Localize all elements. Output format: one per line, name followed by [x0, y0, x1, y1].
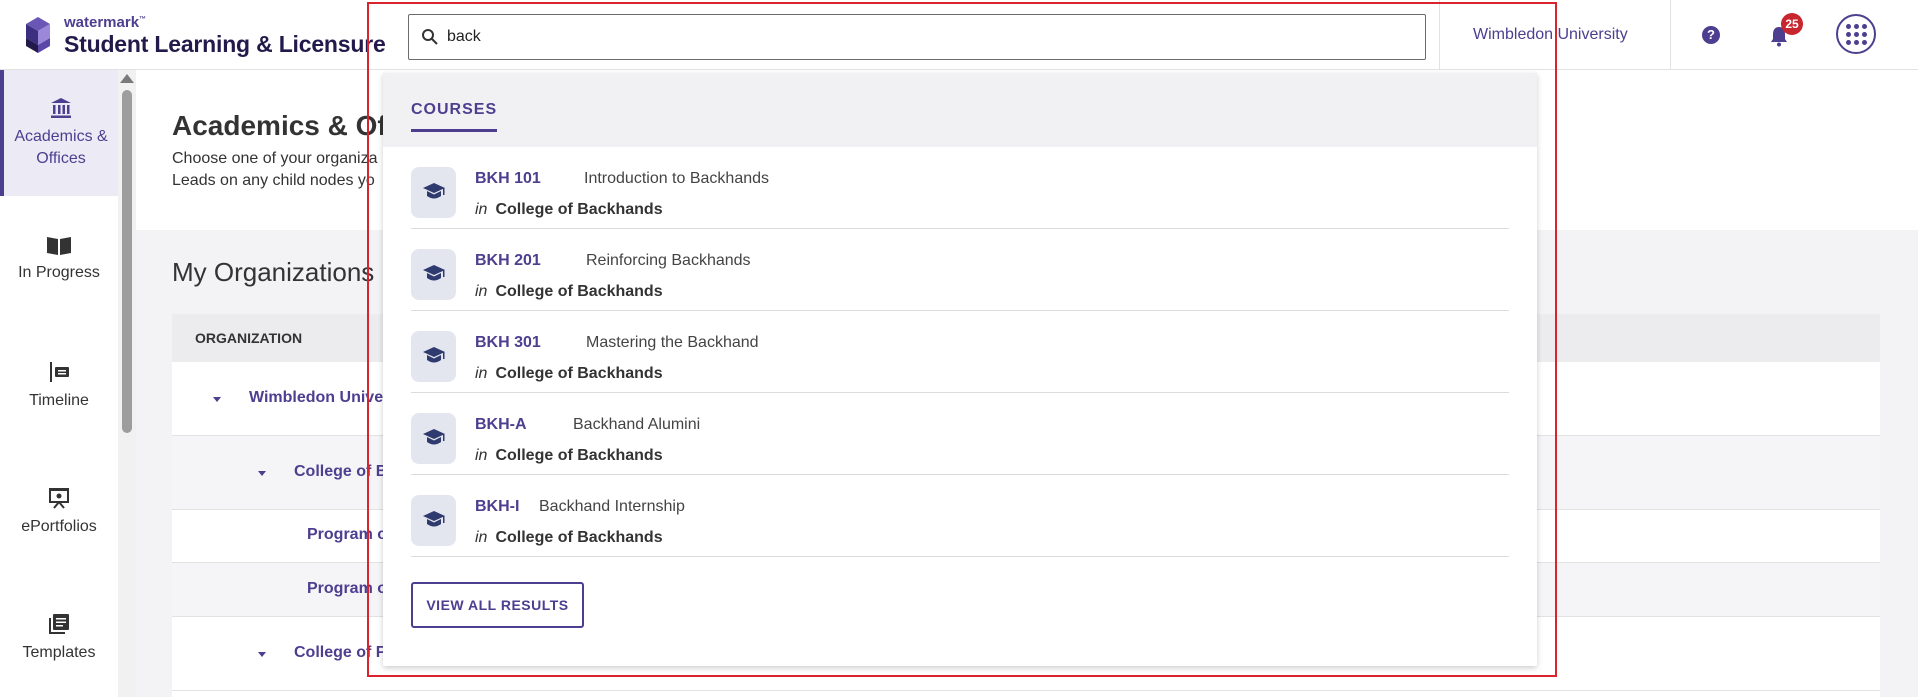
- sidebar-item-timeline[interactable]: Timeline: [0, 360, 118, 412]
- graduation-cap-icon: [411, 495, 456, 546]
- notification-badge: 25: [1781, 13, 1803, 35]
- course-result[interactable]: BKH 101 Introduction to Backhands in Coll…: [411, 147, 1509, 229]
- sidebar-item-label: Timeline: [29, 392, 89, 409]
- course-title: Introduction to Backhands: [584, 170, 770, 187]
- presentation-icon: [49, 488, 69, 509]
- graduation-cap-icon: [411, 249, 456, 300]
- scrollbar-thumb[interactable]: [122, 90, 132, 433]
- timeline-icon: [50, 362, 69, 382]
- course-result[interactable]: BKH-A Backhand Alumini in College of Back…: [411, 393, 1509, 475]
- sidebar-item-label: Templates: [22, 644, 96, 661]
- caret-down-icon[interactable]: [213, 396, 221, 402]
- search-icon: [422, 29, 438, 45]
- course-title: Backhand Internship: [539, 498, 685, 515]
- results-tab-bar: COURSES: [383, 73, 1537, 147]
- section-title: My Organizations: [172, 257, 375, 287]
- graduation-cap-icon: [411, 167, 456, 218]
- caret-down-icon[interactable]: [258, 651, 266, 657]
- page-title: Academics & Off: [172, 110, 397, 141]
- institution-switcher[interactable]: Wimbledon University: [1473, 26, 1628, 44]
- course-result[interactable]: BKH 201 Reinforcing Backhands in College …: [411, 229, 1509, 311]
- course-code: BKH-A: [475, 416, 527, 433]
- global-search[interactable]: [408, 14, 1426, 60]
- brand-name: watermark™: [64, 14, 147, 31]
- course-result[interactable]: BKH-I Backhand Internship in College of B…: [411, 475, 1509, 557]
- top-bar: watermark™ Student Learning & Licensure …: [0, 0, 1918, 70]
- sidebar-item-label: In Progress: [18, 264, 100, 281]
- view-all-results-button[interactable]: VIEW ALL RESULTS: [411, 582, 584, 628]
- course-code: BKH 101: [475, 170, 541, 187]
- app-logo[interactable]: watermark™ Student Learning & Licensure: [20, 12, 386, 57]
- sidebar-nav: Academics & Offices In Progress Timeline…: [0, 70, 118, 697]
- templates-icon: [49, 614, 69, 634]
- scroll-up-arrow-icon[interactable]: [120, 74, 134, 83]
- question-circle-icon[interactable]: ?: [1702, 26, 1720, 44]
- product-name: Student Learning & Licensure: [64, 31, 386, 57]
- caret-down-icon[interactable]: [258, 470, 266, 476]
- course-code: BKH 201: [475, 252, 541, 269]
- sidebar-item-eportfolios[interactable]: ePortfolios: [0, 486, 118, 538]
- divider: [1670, 0, 1671, 70]
- course-title: Reinforcing Backhands: [586, 252, 751, 269]
- grid-apps-icon[interactable]: [1836, 14, 1876, 54]
- course-organization: in College of Backhands: [475, 529, 663, 546]
- course-organization: in College of Backhands: [475, 283, 663, 300]
- sidebar-item-label: ePortfolios: [21, 518, 97, 535]
- page-description: Choose one of your organiza Leads on any…: [172, 150, 378, 189]
- course-title: Mastering the Backhand: [586, 334, 759, 351]
- course-organization: in College of Backhands: [475, 365, 663, 382]
- course-organization: in College of Backhands: [475, 201, 663, 218]
- watermark-logo-icon: [26, 16, 50, 53]
- course-result[interactable]: BKH 301 Mastering the Backhand in College…: [411, 311, 1509, 393]
- sidebar-item-in-progress[interactable]: In Progress: [0, 234, 118, 284]
- divider: [1439, 0, 1440, 70]
- graduation-cap-icon: [411, 331, 456, 382]
- search-results-dropdown: COURSES BKH 101 Introduction to Backhand…: [383, 73, 1537, 666]
- open-book-icon: [47, 237, 71, 255]
- course-title: Backhand Alumini: [573, 416, 701, 433]
- tab-courses[interactable]: COURSES: [411, 101, 498, 132]
- sidebar-item-academics-offices[interactable]: Academics & Offices: [0, 70, 118, 196]
- course-code: BKH 301: [475, 334, 541, 351]
- search-input[interactable]: [447, 28, 1347, 46]
- sidebar-item-templates[interactable]: Templates: [0, 612, 118, 664]
- graduation-cap-icon: [411, 413, 456, 464]
- course-code: BKH-I: [475, 498, 520, 515]
- course-organization: in College of Backhands: [475, 447, 663, 464]
- sidebar-item-label: Academics & Offices: [14, 128, 108, 167]
- institution-icon: [51, 98, 71, 118]
